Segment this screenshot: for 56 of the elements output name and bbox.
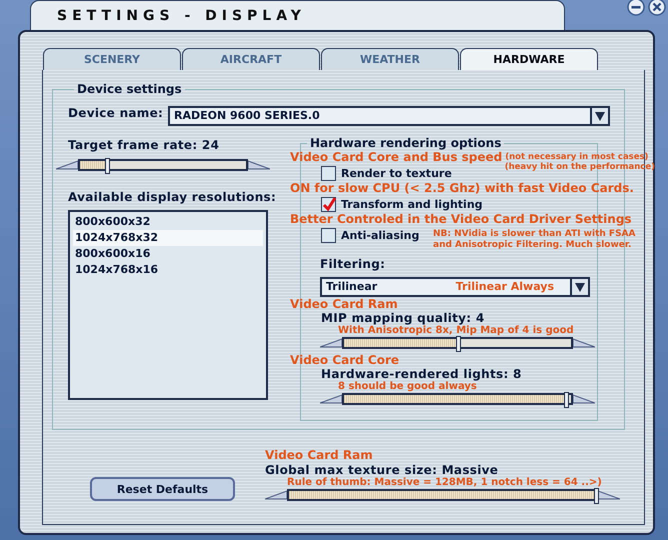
list-item[interactable]: 1024x768x16 — [73, 262, 263, 278]
dropdown-value: RADEON 9600 SERIES.0 — [174, 108, 320, 124]
dropdown-arrow-icon[interactable] — [595, 112, 605, 120]
arrow-left-icon[interactable] — [320, 394, 342, 404]
annotation: 8 should be good always — [337, 381, 478, 392]
list-label: Available display resolutions: — [68, 190, 278, 204]
tab[interactable]: AIRCRAFT — [182, 48, 320, 70]
slider-label: Global max texture size: Massive — [265, 463, 500, 477]
dropdown[interactable]: RADEON 9600 SERIES.0 — [168, 106, 610, 126]
annotation: Trilinear Always — [456, 279, 554, 295]
slider-thumb[interactable] — [104, 158, 110, 174]
slider-label: Hardware-rendered lights: 8 — [320, 368, 523, 381]
slider-thumb[interactable] — [564, 392, 570, 408]
annotation: NB: NVidia is slower than ATI with FSAA and Anisotropic Filtering. Much slower. — [433, 229, 636, 251]
list-item[interactable]: 1024x768x32 — [73, 230, 263, 246]
annotation: Rule of thumb: Massive = 128MB, 1 notch less = 64 ..>) — [286, 477, 603, 488]
checkbox-label: Transform and lighting — [341, 198, 483, 210]
arrow-left-icon[interactable] — [56, 160, 78, 170]
list-item[interactable]: 800x600x16 — [73, 246, 263, 262]
annotation: Video Card Core — [290, 353, 400, 368]
slider-thumb[interactable] — [456, 336, 460, 352]
tab[interactable]: HARDWARE — [460, 48, 598, 70]
arrow-right-icon[interactable] — [573, 338, 595, 348]
checkbox-label: Render to texture — [341, 166, 452, 180]
tab[interactable]: SCENERY — [43, 48, 181, 70]
dropdown[interactable]: Trilinear Trilinear Always — [320, 277, 590, 297]
slider-label: MIP mapping quality: 4 — [320, 312, 486, 325]
window-title: SETTINGS - DISPLAY — [56, 8, 306, 24]
annotation: Video Card Ram — [290, 297, 398, 312]
checkbox[interactable] — [321, 166, 336, 180]
group-title: Device settings — [76, 82, 183, 96]
annotation: With Anisotropic 8x, Mip Map of 4 is good — [337, 325, 575, 336]
slider-thumb[interactable] — [594, 488, 599, 504]
checkbox[interactable] — [321, 228, 336, 242]
checkbox[interactable] — [321, 196, 336, 212]
tab[interactable]: WEATHER — [321, 48, 459, 70]
dropdown-value: Trilinear — [326, 279, 378, 295]
slider-label: Target frame rate: 24 — [68, 138, 220, 152]
arrow-right-icon[interactable] — [598, 490, 620, 500]
minimize-icon[interactable] — [627, 0, 645, 16]
checkbox-label: Anti-aliasing — [341, 228, 420, 242]
annotation: Video Card Ram — [265, 448, 374, 463]
list-item[interactable]: 800x600x32 — [73, 214, 263, 230]
arrow-right-icon[interactable] — [573, 394, 595, 404]
field-label: Filtering: — [319, 257, 386, 271]
close-icon[interactable] — [648, 0, 666, 16]
annotation: ON for slow CPU (< 2.5 Ghz) with fast Video Cards. — [290, 181, 634, 196]
arrow-left-icon[interactable] — [320, 338, 342, 348]
group-title: Hardware rendering options — [309, 136, 502, 150]
field-label: Device name: — [68, 106, 164, 120]
dropdown-arrow-icon[interactable] — [575, 282, 585, 292]
arrow-right-icon[interactable] — [248, 160, 270, 170]
arrow-left-icon[interactable] — [265, 490, 287, 500]
annotation: Video Card Core and Bus speed — [290, 150, 502, 165]
reset-defaults-button[interactable]: Reset Defaults — [90, 477, 235, 501]
annotation: Better Controled in the Video Card Driver Settings — [290, 212, 632, 227]
